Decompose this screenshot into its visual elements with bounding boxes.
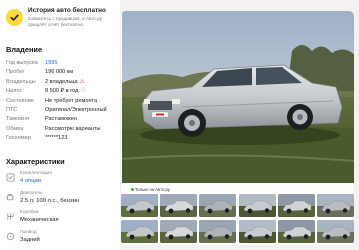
- characteristic-value: Задний: [20, 236, 40, 243]
- spec-value-text: 8 500 ₽ в год: [45, 88, 79, 95]
- history-title: История авто бесплатно: [28, 7, 106, 14]
- characteristic-label: Коробка: [20, 210, 39, 215]
- spec-label: ПТС: [6, 107, 18, 113]
- photo-thumbnail[interactable]: [121, 220, 158, 243]
- spec-label: Налог: [6, 88, 22, 95]
- exclusive-dot-icon: [131, 187, 134, 191]
- photo-gallery: Только на Авто.ру: [121, 11, 354, 245]
- spec-value[interactable]: 1995: [45, 59, 57, 68]
- gearbox-icon: [6, 212, 15, 221]
- characteristic-value[interactable]: 4 опции: [20, 178, 41, 184]
- photo-thumbnail[interactable]: [199, 220, 237, 243]
- drive-icon: [6, 232, 15, 241]
- spec-value: 8 500 ₽ в год ⓘ: [45, 87, 86, 96]
- spec-row: Год выпуска 1995: [6, 59, 118, 68]
- spec-label: Год выпуска: [6, 60, 38, 66]
- photo-thumbnail[interactable]: [277, 194, 315, 217]
- spec-row: Пробег 196 000 км: [6, 68, 118, 77]
- left-panel: История авто бесплатно Свяжитесь с прода…: [0, 0, 120, 250]
- characteristic-label: Комплектация: [20, 171, 52, 176]
- characteristic-item: Привод Задний: [6, 230, 118, 248]
- spec-row: Состояние Не требует ремонта: [6, 97, 118, 106]
- history-check-icon: [6, 9, 23, 26]
- spec-value-text: Растаможен: [45, 116, 77, 123]
- spec-label: Госномер: [6, 135, 31, 142]
- spec-row: Таможня Растаможен: [6, 115, 118, 124]
- spec-label: Обмен: [6, 125, 24, 132]
- characteristic-value: 2.5 л, 100 л.с., бензин: [20, 197, 80, 204]
- photo-thumbnail[interactable]: [277, 220, 315, 243]
- characteristic-label: Двигатель: [20, 190, 43, 196]
- spec-value-text: ******123: [45, 135, 68, 142]
- characteristic-label: Привод: [20, 229, 37, 235]
- characteristic-value: Механическая: [20, 217, 59, 223]
- photo-thumbnail[interactable]: [317, 220, 354, 243]
- engine-icon: [6, 193, 15, 202]
- spec-label: Состояние: [6, 97, 34, 104]
- photo-thumbnail[interactable]: [160, 220, 198, 243]
- spec-value-text: Оригинал/Электронный: [45, 107, 107, 113]
- spec-value: Не требует ремонта: [45, 97, 97, 106]
- spec-row: Владельцы 2 владельца ⚠: [6, 78, 118, 87]
- spec-value: Растаможен: [45, 115, 77, 124]
- thumbnail-strip: [121, 194, 354, 244]
- photo-thumbnail[interactable]: [238, 220, 276, 243]
- spec-value-text: Рассмотрю варианты: [45, 125, 101, 132]
- spec-row: Госномер ******123: [6, 134, 118, 143]
- spec-value-text: 2 владельца: [45, 78, 78, 85]
- main-car-photo[interactable]: [122, 11, 354, 183]
- characteristics-heading: Характеристики: [6, 157, 65, 166]
- characteristic-item: Коробка Механическая: [6, 210, 118, 228]
- exclusive-badge: Только на Авто.ру: [128, 186, 173, 193]
- photo-thumbnail[interactable]: [160, 194, 198, 217]
- spec-value: 196 000 км: [45, 68, 73, 77]
- photo-thumbnail[interactable]: [199, 194, 237, 217]
- photo-thumbnail[interactable]: [121, 194, 158, 217]
- spec-row: Обмен Рассмотрю варианты: [6, 125, 118, 134]
- spec-label: Владельцы: [6, 78, 36, 85]
- spec-label: Таможня: [6, 116, 30, 123]
- warning-icon[interactable]: ⚠: [80, 78, 85, 87]
- equipment-icon: [6, 173, 15, 182]
- specs-heading: Владение: [6, 45, 43, 54]
- info-icon[interactable]: ⓘ: [80, 87, 86, 96]
- spec-value: Рассмотрю варианты: [45, 125, 101, 134]
- spec-value-text[interactable]: 1995: [45, 60, 57, 66]
- spec-value-text: 196 000 км: [45, 69, 74, 76]
- exclusive-badge-label: Только на Авто.ру: [135, 187, 170, 192]
- photo-thumbnail[interactable]: [238, 194, 276, 217]
- spec-value: Оригинал/Электронный: [45, 106, 107, 115]
- spec-value: 2 владельца ⚠: [45, 78, 85, 87]
- spec-row: Налог 8 500 ₽ в год ⓘ: [6, 87, 118, 96]
- history-subtitle: Свяжитесь с продавцом, и Авто.ру пришлёт…: [28, 16, 102, 27]
- spec-label: Пробег: [6, 69, 25, 76]
- characteristic-item[interactable]: Комплектация 4 опции: [6, 171, 118, 189]
- characteristic-item: Двигатель 2.5 л, 100 л.с., бензин: [6, 191, 118, 209]
- spec-row: ПТС Оригинал/Электронный: [6, 106, 118, 115]
- history-banner[interactable]: История авто бесплатно Свяжитесь с прода…: [4, 6, 114, 36]
- photo-thumbnail[interactable]: [317, 194, 354, 217]
- spec-value-text: Не требует ремонта: [45, 97, 98, 104]
- spec-value: ******123: [45, 134, 67, 143]
